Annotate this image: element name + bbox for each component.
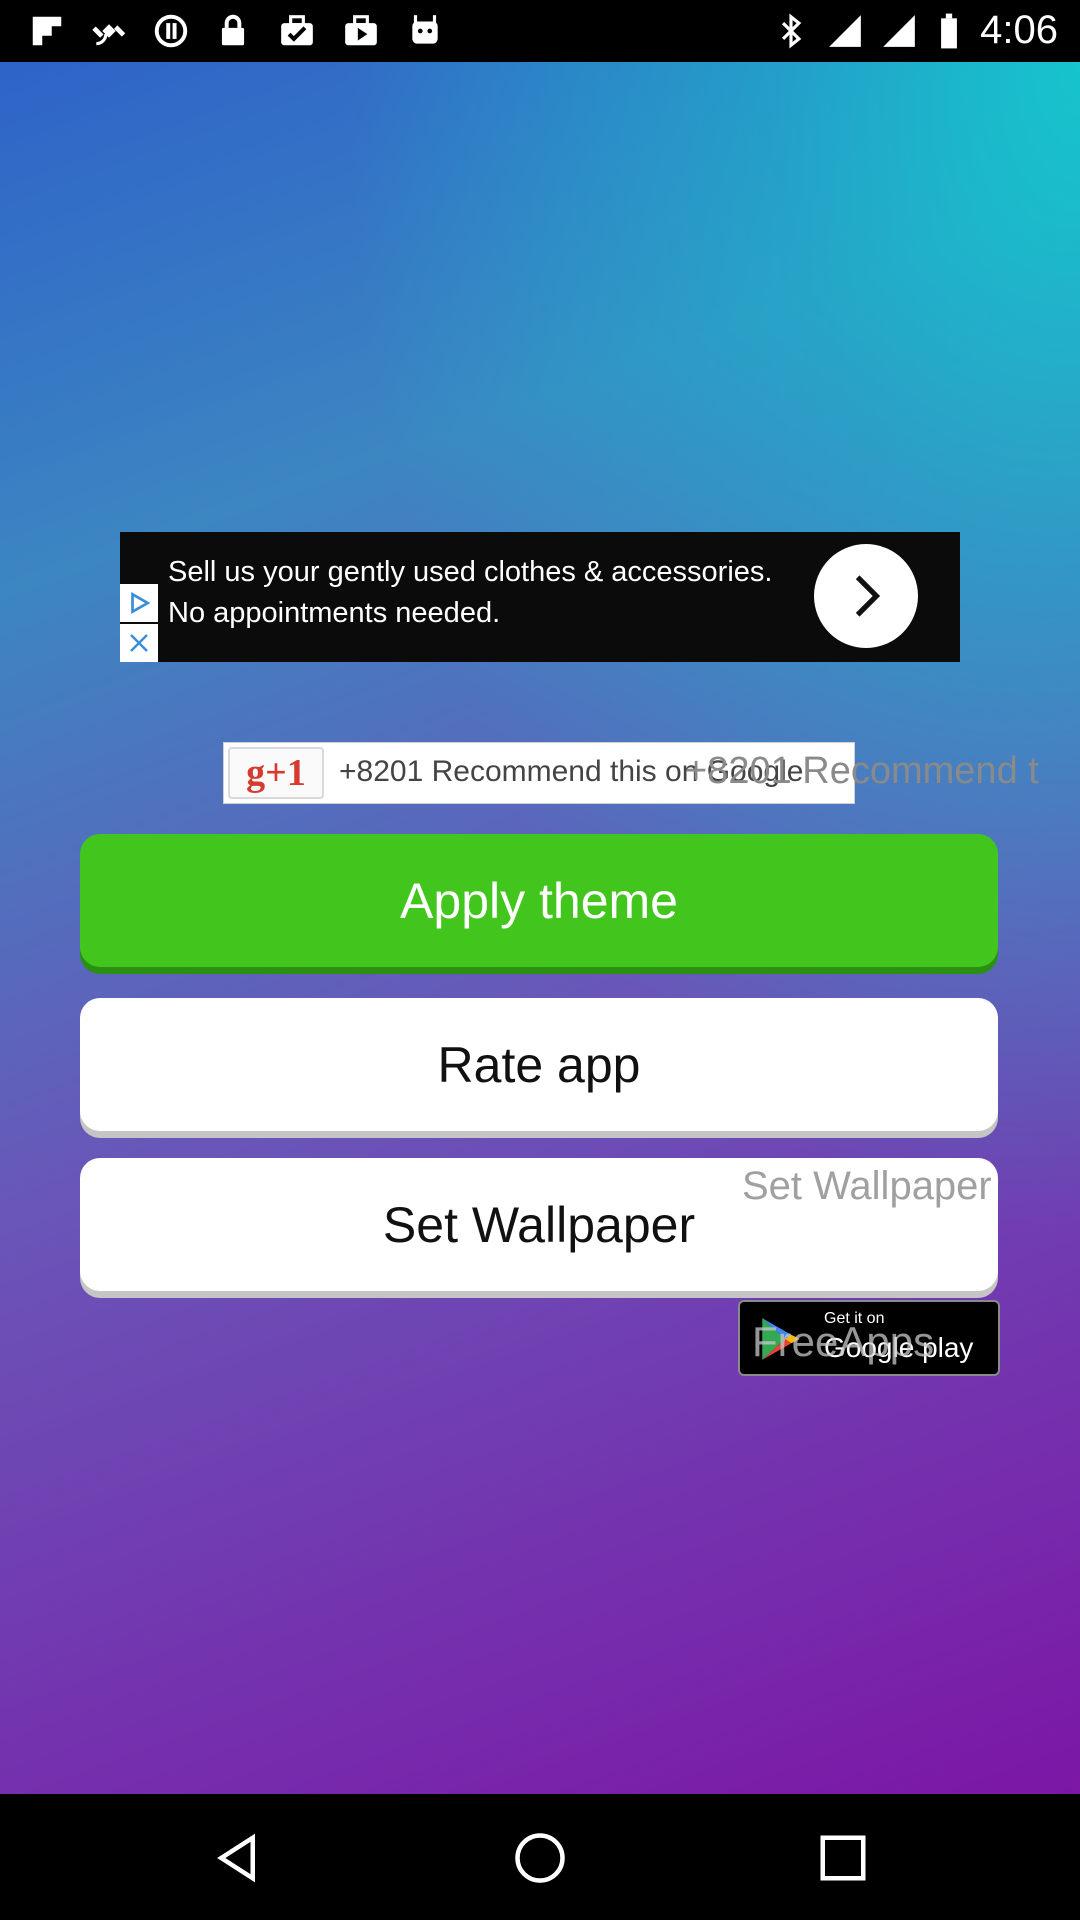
home-icon[interactable]: [513, 1831, 567, 1885]
set-wallpaper-overlay-text: Set Wallpaper: [742, 1164, 992, 1208]
clock: 4:06: [980, 8, 1058, 52]
flipboard-icon: [28, 12, 66, 50]
ad-info-icon[interactable]: [120, 584, 158, 622]
ad-arrow-button[interactable]: [814, 544, 918, 648]
navigation-bar: [0, 1794, 1080, 1920]
rate-app-button[interactable]: Rate app: [80, 998, 998, 1131]
ad-text: Sell us your gently used clothes & acces…: [168, 556, 773, 629]
briefcase-check-icon: [278, 12, 316, 50]
briefcase-play-icon: [342, 12, 380, 50]
android-icon: [406, 12, 444, 50]
cell-signal-icon: [880, 12, 918, 50]
free-apps-overlay-text: FreeApps: [752, 1318, 935, 1365]
ad-close-icon[interactable]: [120, 624, 158, 662]
battery-icon: [930, 12, 968, 50]
sync-icon: [152, 12, 190, 50]
apply-theme-button[interactable]: Apply theme: [80, 834, 998, 967]
google-plus-overlay-text: +8201 Recommend t: [685, 750, 1039, 792]
google-plus-one-button[interactable]: g+1: [228, 747, 324, 799]
app-screen: Sell us your gently used clothes & acces…: [0, 62, 1080, 1794]
wifi-signal-icon: [826, 12, 864, 50]
ad-banner[interactable]: Sell us your gently used clothes & acces…: [120, 532, 960, 662]
chevron-right-icon: [855, 575, 881, 617]
status-bar: 4:06: [0, 0, 1080, 62]
bluetooth-icon: [772, 12, 810, 50]
recents-icon[interactable]: [816, 1831, 870, 1885]
lock-icon: [214, 12, 252, 50]
back-icon[interactable]: [210, 1831, 264, 1885]
fake-gps-icon: [90, 12, 128, 50]
